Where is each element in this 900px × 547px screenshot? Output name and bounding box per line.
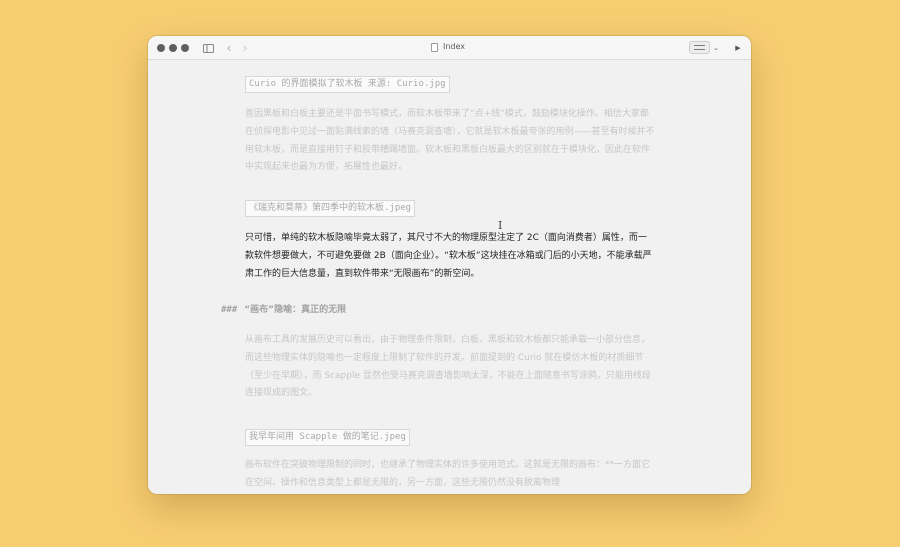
text-cursor-icon: I — [498, 219, 503, 232]
image-reference-block: Curio 的界面模拟了软木板 来源: Curio.jpg — [245, 71, 655, 93]
section-heading[interactable]: ### “画布”隐喻：真正的无限 — [221, 303, 346, 317]
paragraph-block: 善因黑板和白板主要还是平面书写模式，而软木板带来了“点+线”模式，鼓励模块化操作… — [245, 106, 655, 177]
editor-content[interactable]: Curio 的界面模拟了软木板 来源: Curio.jpg 善因黑板和白板主要还… — [148, 61, 751, 494]
focused-paragraph[interactable]: 只可惜，单纯的软木板隐喻毕竟太弱了，其尺寸不大的物理原型注定了 2C（面向消费者… — [245, 230, 655, 283]
paragraph[interactable]: 画布软件在突破物理限制的同时，也继承了物理实体的许多使用范式。这就是无限的画布：… — [245, 457, 655, 493]
play-icon[interactable]: ▶ — [734, 40, 742, 56]
sidebar-toggle-icon[interactable] — [201, 40, 215, 56]
chevron-left-icon[interactable]: ‹ — [224, 40, 234, 56]
image-reference[interactable]: 《瑞克和莫蒂》第四季中的软木板.jpeg — [245, 200, 416, 217]
minimize-window-button[interactable] — [169, 44, 177, 52]
image-reference-block: 我早年间用 Scapple 做的笔记.jpeg — [245, 424, 655, 446]
paragraph[interactable]: 从画布工具的发展历史可以看出，由于物理条件限制，白板、黑板和软木板都只能承载一小… — [245, 332, 655, 403]
focused-paragraph-block: 只可惜，单纯的软木板隐喻毕竟太弱了，其尺寸不大的物理原型注定了 2C（面向消费者… — [245, 230, 655, 283]
close-window-button[interactable] — [157, 44, 165, 52]
paragraph-block: 从画布工具的发展历史可以看出，由于物理条件限制，白板、黑板和软木板都只能承载一小… — [245, 332, 655, 403]
image-reference[interactable]: 我早年间用 Scapple 做的笔记.jpeg — [245, 429, 410, 446]
image-reference[interactable]: Curio 的界面模拟了软木板 来源: Curio.jpg — [245, 76, 450, 93]
title-bar: ‹ › Index ⌄ ▶ — [148, 36, 751, 60]
paragraph[interactable]: 善因黑板和白板主要还是平面书写模式，而软木板带来了“点+线”模式，鼓励模块化操作… — [245, 106, 655, 177]
window-title-group: Index — [431, 41, 465, 53]
chevron-down-icon[interactable]: ⌄ — [712, 40, 720, 56]
editor-window: ‹ › Index ⌄ ▶ Curio 的界面模拟了软木板 来源: Curio.… — [148, 36, 751, 494]
heading-markup: ### — [221, 305, 238, 315]
window-title: Index — [443, 42, 466, 51]
zoom-window-button[interactable] — [181, 44, 189, 52]
heading-text: “画布”隐喻：真正的无限 — [244, 305, 347, 315]
document-icon — [431, 42, 438, 52]
paragraph-block: 画布软件在突破物理限制的同时，也继承了物理实体的许多使用范式。这就是无限的画布：… — [245, 457, 655, 493]
chevron-right-icon[interactable]: › — [240, 40, 250, 56]
image-reference-block: 《瑞克和莫蒂》第四季中的软木板.jpeg — [245, 195, 655, 217]
view-mode-icon[interactable] — [689, 41, 710, 54]
